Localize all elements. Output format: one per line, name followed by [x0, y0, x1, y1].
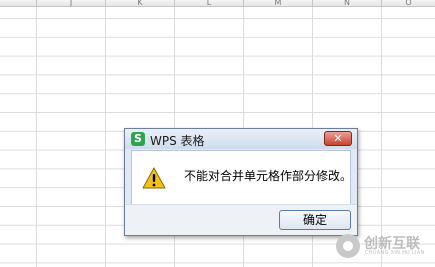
watermark: 创新互联 CHUANG XIN HU LIAN [336, 232, 432, 260]
wps-app-icon: S [131, 132, 145, 146]
dialog-button-area: 确定 [125, 204, 357, 235]
warning-icon [142, 167, 166, 189]
close-button[interactable]: ✕ [324, 131, 352, 146]
column-header[interactable]: N [313, 0, 382, 6]
column-header-row: J K L M N O [0, 0, 435, 7]
column-header[interactable] [0, 0, 37, 6]
ok-button[interactable]: 确定 [279, 210, 351, 230]
column-header[interactable]: K [106, 0, 175, 6]
column-header[interactable]: L [175, 0, 244, 6]
dialog-title: WPS 表格 [150, 134, 205, 148]
alert-dialog: S WPS 表格 ✕ 不能对合并单元格作部分修改。 确定 [124, 128, 358, 236]
column-header[interactable]: J [37, 0, 106, 6]
watermark-logo-icon [336, 234, 360, 258]
watermark-subtext: CHUANG XIN HU LIAN [365, 250, 425, 256]
dialog-titlebar[interactable]: S WPS 表格 ✕ [125, 129, 357, 149]
column-header[interactable]: M [244, 0, 313, 6]
column-header[interactable]: O [382, 0, 435, 6]
dialog-message: 不能对合并单元格作部分修改。 [184, 169, 353, 183]
